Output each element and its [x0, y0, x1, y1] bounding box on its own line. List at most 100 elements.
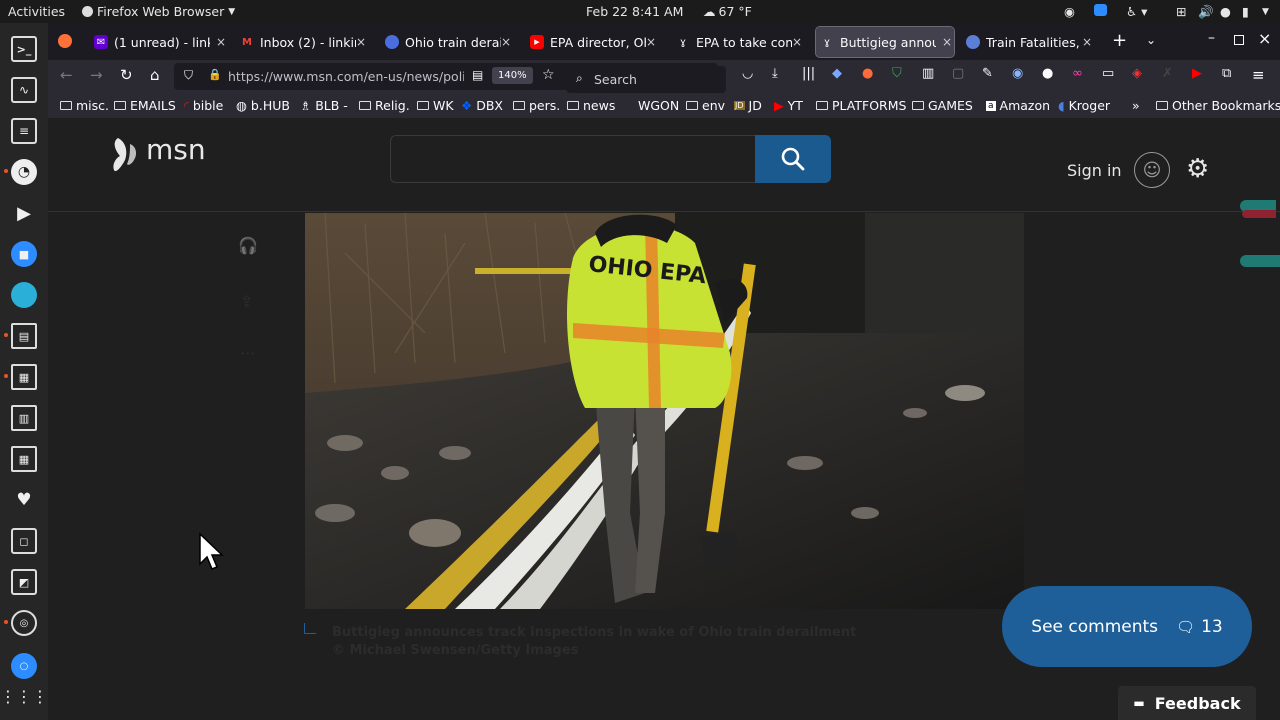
tab-gmail[interactable]: M Inbox (2) - linkirb × — [236, 27, 368, 57]
home-icon[interactable]: ⌂ — [150, 66, 160, 84]
network-icon[interactable]: ⊞ — [1176, 4, 1186, 19]
tab-buttigieg-active[interactable]: ɣ Buttigieg announ × — [815, 26, 955, 58]
bookmark-folder-env[interactable]: env — [686, 98, 725, 113]
see-comments-button[interactable]: See comments 🗨 13 — [1002, 586, 1252, 667]
bookmark-yt[interactable]: ▶ YT — [774, 98, 803, 113]
url-bar[interactable]: ⛉ 🔒 https://www.msn.com/en-us/news/polit… — [174, 63, 726, 93]
bookmark-dbx[interactable]: ❖ DBX — [461, 98, 503, 113]
tab-yahoo-mail[interactable]: ✉ (1 unread) - linkir × — [90, 27, 228, 57]
extension-icon[interactable]: ◉ — [1012, 66, 1023, 81]
bookmark-blb[interactable]: ♗ BLB - — [300, 98, 348, 113]
tab-ohio-derailment[interactable]: Ohio train derailm × — [381, 27, 513, 57]
youtube-extension-icon[interactable]: ▶ — [1192, 66, 1202, 81]
close-tab-icon[interactable]: × — [356, 35, 366, 49]
firefox-dock-icon[interactable]: ◔ — [11, 159, 37, 185]
close-tab-icon[interactable]: × — [1082, 35, 1092, 49]
media-player-icon[interactable]: ▶ — [11, 200, 37, 226]
tracking-protection-shield-icon[interactable]: ⛉ — [184, 68, 193, 83]
browser-dock-icon[interactable] — [11, 282, 37, 308]
extension-icon[interactable]: ∞ — [1072, 66, 1083, 81]
system-monitor-icon[interactable]: ∿ — [11, 77, 37, 103]
app-menu[interactable]: Firefox Web Browser ▼ — [82, 4, 235, 19]
bookmark-folder-news[interactable]: news — [567, 98, 615, 113]
extension-icon[interactable]: ● — [1042, 66, 1053, 81]
microphone-icon[interactable]: ● — [1220, 4, 1231, 19]
msn-search-button[interactable] — [755, 135, 831, 183]
minimize-window-icon[interactable]: – — [1208, 30, 1215, 46]
settings-gear-icon[interactable]: ⚙ — [1186, 154, 1209, 184]
system-menu-chevron-icon[interactable]: ▼ — [1262, 7, 1269, 17]
extension-icon[interactable]: ▭ — [1102, 66, 1114, 81]
extension-icon[interactable]: ⛉ — [892, 66, 902, 81]
clock-time[interactable]: 8:41 AM — [632, 4, 683, 19]
article-photo[interactable]: OHIO EPA — [305, 213, 1024, 609]
pocket-icon[interactable]: ◡ — [742, 66, 753, 81]
close-tab-icon[interactable]: × — [216, 35, 226, 49]
zoom-dock-icon[interactable]: ■ — [11, 241, 37, 267]
extension-icon[interactable]: ▢ — [952, 66, 964, 81]
firefox-view-icon[interactable] — [58, 34, 72, 48]
extension-icon[interactable]: ● — [862, 66, 873, 81]
image-editor-icon[interactable]: ◩ — [11, 569, 37, 595]
restore-window-icon[interactable] — [1234, 35, 1244, 45]
bookmark-folder-relig[interactable]: Relig. — [359, 98, 410, 113]
reload-icon[interactable]: ↻ — [120, 66, 133, 84]
extension-icon[interactable]: ◆ — [832, 66, 842, 81]
back-arrow-icon[interactable]: ← — [60, 66, 73, 84]
feedback-button[interactable]: ▬ Feedback — [1118, 686, 1256, 720]
presentation-icon[interactable]: ▥ — [11, 405, 37, 431]
user-avatar-icon[interactable]: ☺ — [1134, 152, 1170, 188]
tab-epa-take-control[interactable]: ɣ EPA to take contr × — [672, 27, 804, 57]
bookmark-bible[interactable]: ◜ bible — [184, 98, 223, 113]
msn-search-input[interactable] — [390, 135, 756, 183]
more-options-icon[interactable]: ··· — [240, 344, 255, 363]
sign-in-link[interactable]: Sign in — [1067, 161, 1122, 180]
bookmark-folder-pers[interactable]: pers. — [513, 98, 560, 113]
bookmark-star-icon[interactable]: ☆ — [542, 67, 555, 83]
bookmark-bhub[interactable]: ◍ b.HUB — [236, 98, 290, 113]
bookmark-kroger[interactable]: ◖ Kroger — [1058, 98, 1110, 113]
clock-date[interactable]: Feb 22 — [586, 4, 628, 19]
activities-button[interactable]: Activities — [8, 4, 65, 19]
photo-app-icon[interactable]: ◻ — [11, 528, 37, 554]
share-icon[interactable]: ⇪ — [240, 292, 253, 311]
extension-icon[interactable]: ◈ — [1132, 66, 1142, 81]
accessibility-icon[interactable]: ♿ ▾ — [1126, 4, 1147, 19]
bookmark-other-bookmarks[interactable]: Other Bookmarks — [1156, 98, 1280, 113]
zoom-tray-icon[interactable] — [1094, 4, 1107, 19]
text-editor-icon[interactable]: ≡ — [11, 118, 37, 144]
weather-indicator[interactable]: ☁ 67 °F — [703, 4, 752, 19]
forward-arrow-icon[interactable]: → — [90, 66, 103, 84]
bookmark-folder-emails[interactable]: EMAILS — [114, 98, 176, 113]
side-widget-tab[interactable] — [1240, 255, 1280, 267]
msn-logo[interactable]: msn — [112, 133, 206, 174]
bookmark-folder-wk[interactable]: WK — [417, 98, 454, 113]
bookmark-amazon[interactable]: a Amazon — [986, 98, 1050, 113]
close-tab-icon[interactable]: × — [646, 35, 656, 49]
battery-icon[interactable]: ▮ — [1242, 4, 1249, 19]
extension-icon[interactable]: ✎ — [982, 66, 993, 81]
new-tab-plus-icon[interactable]: + — [1112, 30, 1127, 51]
search-bar[interactable]: ⌕ Search — [566, 66, 726, 93]
volume-icon[interactable]: 🔊 — [1198, 4, 1214, 20]
bookmark-jd[interactable]: JD JD — [734, 98, 762, 113]
bookmark-folder-misc[interactable]: misc. — [60, 98, 109, 113]
list-all-tabs-chevron-icon[interactable]: ⌄ — [1146, 33, 1156, 47]
hamburger-menu-icon[interactable]: ≡ — [1252, 66, 1265, 84]
bookmark-wgon[interactable]: WGON — [638, 98, 679, 113]
calendar-icon[interactable]: ▦ — [11, 446, 37, 472]
side-widget-tabs[interactable] — [1238, 200, 1280, 220]
reader-view-icon[interactable]: ▤ — [472, 68, 483, 82]
document-viewer-icon[interactable]: ▤ — [11, 323, 37, 349]
more-bookmarks-chevron-icon[interactable]: » — [1132, 98, 1140, 113]
zoom-level-badge[interactable]: 140% — [492, 67, 533, 84]
downloads-icon[interactable]: ⤓ — [772, 66, 778, 81]
extension-icon[interactable]: ✗ — [1162, 66, 1173, 81]
remote-desktop-icon[interactable]: ○ — [11, 653, 37, 679]
show-apps-grid-icon[interactable]: ⋮⋮⋮ — [0, 683, 48, 709]
close-tab-icon[interactable]: × — [942, 35, 952, 49]
lock-icon[interactable]: 🔒 — [208, 68, 222, 81]
tab-train-fatalities[interactable]: Train Fatalities, In × — [962, 27, 1094, 57]
extensions-puzzle-icon[interactable]: ⧉ — [1222, 66, 1231, 81]
bookmark-folder-games[interactable]: GAMES — [912, 98, 973, 113]
